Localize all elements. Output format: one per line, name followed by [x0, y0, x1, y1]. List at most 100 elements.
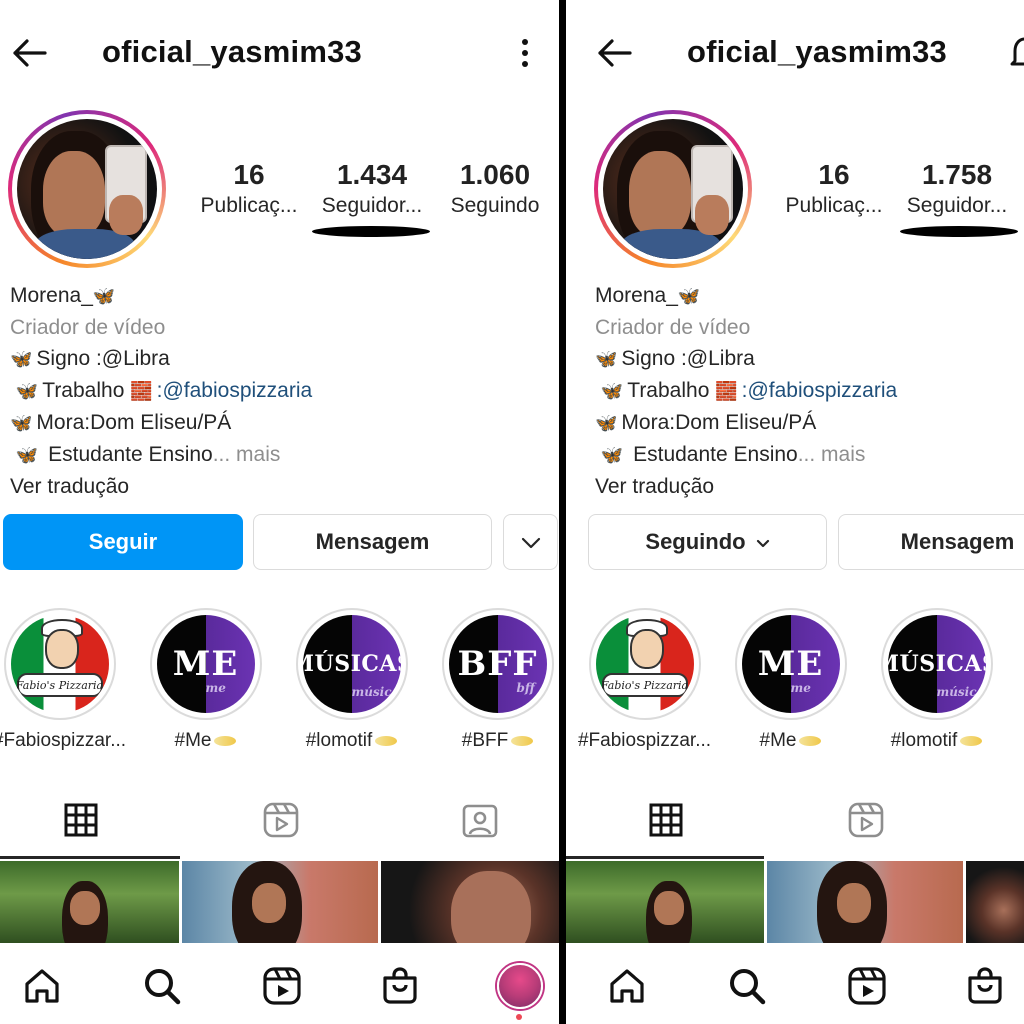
chevron-down-icon	[756, 529, 770, 555]
suggested-accounts-button[interactable]	[503, 514, 558, 570]
profile-screen-right: oficial_yasmim33 16 Publicaç... 1.758 Se…	[566, 0, 1024, 1024]
sparkle-icon	[511, 736, 534, 746]
butterfly-icon: 🦋	[10, 413, 33, 433]
post-thumbnail[interactable]	[182, 861, 378, 943]
stat-followers[interactable]: 1.434 Seguidor...	[314, 158, 430, 220]
post-thumbnail[interactable]	[381, 861, 560, 943]
profile-avatar[interactable]	[8, 110, 166, 268]
butterfly-icon: 🦋	[595, 413, 618, 433]
highlight-label: #Fabiospizzar...	[577, 730, 712, 751]
highlight-cover-title: ME	[757, 644, 824, 684]
sparkle-icon	[375, 736, 398, 746]
post-thumbnail[interactable]	[566, 861, 764, 943]
chevron-down-icon	[521, 529, 541, 555]
highlight-underline-mark	[900, 226, 1018, 237]
bio-more-link[interactable]: ... mais	[213, 443, 281, 466]
reels-tab-icon[interactable]	[842, 796, 890, 844]
profile-avatar[interactable]	[496, 962, 544, 1010]
search-icon[interactable]	[723, 962, 771, 1010]
highlight-label: #Me	[148, 730, 263, 752]
highlight-label: #lomotif	[879, 730, 994, 752]
highlight-fabiospizzaria[interactable]: Fabio's Pizzaria #Fabiospizzar...	[577, 608, 712, 752]
stat-posts[interactable]: 16 Publicaç...	[194, 158, 304, 220]
highlight-lomotif[interactable]: MÚSICAS músicas #lomotif	[879, 608, 994, 752]
see-translation-link[interactable]: Ver tradução	[595, 471, 1015, 502]
highlight-label: #Fabiospizzar...	[0, 730, 127, 751]
sparkle-icon	[799, 736, 822, 746]
butterfly-icon: 🦋	[600, 381, 624, 401]
stat-posts[interactable]: 16 Publicaç...	[779, 158, 889, 220]
shop-icon[interactable]	[376, 962, 424, 1010]
grid-tab-icon[interactable]	[642, 796, 690, 844]
bio-line-2: 🦋 Trabalho 🧱:@fabiospizzaria	[15, 379, 313, 402]
notification-dot	[516, 1014, 522, 1020]
pizzaria-logo-text: Fabio's Pizzaria	[16, 673, 103, 697]
sparkle-icon	[214, 736, 237, 746]
profile-bio: Morena_🦋 Criador de vídeo 🦋 Signo :@Libra…	[595, 280, 1015, 502]
reels-icon[interactable]	[258, 962, 306, 1010]
bio-category: Criador de vídeo	[595, 316, 751, 339]
followers-count: 1.758	[921, 159, 993, 190]
bio-line-2: 🦋 Trabalho 🧱:@fabiospizzaria	[600, 379, 898, 402]
profile-screen-left: oficial_yasmim33 16 Publicaç... 1.434 Se…	[0, 0, 560, 1024]
highlight-fabiospizzaria[interactable]: Fabio's Pizzaria #Fabiospizzar...	[0, 608, 127, 752]
highlight-cover-title: BFF	[457, 644, 538, 684]
see-translation-link[interactable]: Ver tradução	[10, 471, 550, 502]
highlight-cover-subtitle: me	[790, 681, 811, 695]
followers-label: Seguidor...	[321, 194, 423, 217]
search-icon[interactable]	[138, 962, 186, 1010]
post-thumbnail[interactable]	[767, 861, 963, 943]
bio-line-3: 🦋 Mora:Dom Eliseu/PÁ	[10, 411, 232, 434]
highlight-label: #lomotif	[294, 730, 409, 752]
following-button[interactable]: Seguindo	[588, 514, 827, 570]
tagged-tab-icon[interactable]	[456, 796, 504, 844]
highlight-cover-title: MÚSICAS	[888, 651, 986, 677]
message-button[interactable]: Mensagem	[253, 514, 492, 570]
bottom-nav-bar	[566, 944, 1024, 1024]
reels-tab-icon[interactable]	[257, 796, 305, 844]
following-button-label: Seguindo	[645, 529, 746, 554]
highlight-me[interactable]: ME me #Me	[148, 608, 263, 752]
bio-more-link[interactable]: ... mais	[798, 443, 866, 466]
posts-count: 16	[818, 159, 850, 190]
posts-count: 16	[233, 159, 265, 190]
highlight-lomotif[interactable]: MÚSICAS músicas #lomotif	[294, 608, 409, 752]
message-button[interactable]: Mensagem	[838, 514, 1024, 570]
profile-avatar[interactable]	[594, 110, 752, 268]
reels-icon[interactable]	[843, 962, 891, 1010]
butterfly-icon: 🦋	[15, 381, 39, 401]
highlight-label: #Me	[733, 730, 848, 752]
follow-button[interactable]: Seguir	[3, 514, 243, 570]
stat-following[interactable]: 1.060 Seguindo	[442, 158, 548, 220]
kebab-menu-icon[interactable]	[502, 30, 548, 76]
bio-line-4: 🦋 Estudante Ensino... mais	[600, 443, 866, 466]
butterfly-icon: 🦋	[600, 445, 624, 465]
bottom-nav-bar	[0, 944, 560, 1024]
home-icon[interactable]	[603, 962, 651, 1010]
back-arrow-icon[interactable]	[591, 30, 637, 76]
butterfly-icon: 🦋	[92, 286, 116, 306]
back-arrow-icon[interactable]	[6, 30, 52, 76]
highlight-bff[interactable]: BFF bff #BFF	[440, 608, 555, 752]
bio-mention-link[interactable]: :@fabiospizzaria	[742, 379, 898, 402]
highlight-underline-mark	[312, 226, 430, 237]
profile-username: oficial_yasmim33	[102, 34, 362, 69]
highlight-cover-subtitle: músicas	[351, 685, 401, 699]
highlight-cover-title: ME	[172, 644, 239, 684]
butterfly-icon: 🦋	[677, 286, 701, 306]
bio-mention-link[interactable]: :@fabiospizzaria	[157, 379, 313, 402]
post-thumbnail[interactable]	[0, 861, 179, 943]
home-icon[interactable]	[18, 962, 66, 1010]
bell-icon[interactable]	[1002, 30, 1024, 76]
butterfly-icon: 🦋	[15, 445, 39, 465]
highlight-cover-subtitle: bff	[516, 681, 535, 695]
butterfly-icon: 🦋	[10, 349, 33, 369]
bio-category: Criador de vídeo	[10, 316, 166, 339]
highlight-me[interactable]: ME me #Me	[733, 608, 848, 752]
post-thumbnail[interactable]	[966, 861, 1024, 943]
highlight-label: #BFF	[440, 730, 555, 752]
stat-followers[interactable]: 1.758 Seguidor...	[899, 158, 1015, 220]
posts-label: Publicaç...	[785, 194, 883, 217]
grid-tab-icon[interactable]	[57, 796, 105, 844]
shop-icon[interactable]	[961, 962, 1009, 1010]
